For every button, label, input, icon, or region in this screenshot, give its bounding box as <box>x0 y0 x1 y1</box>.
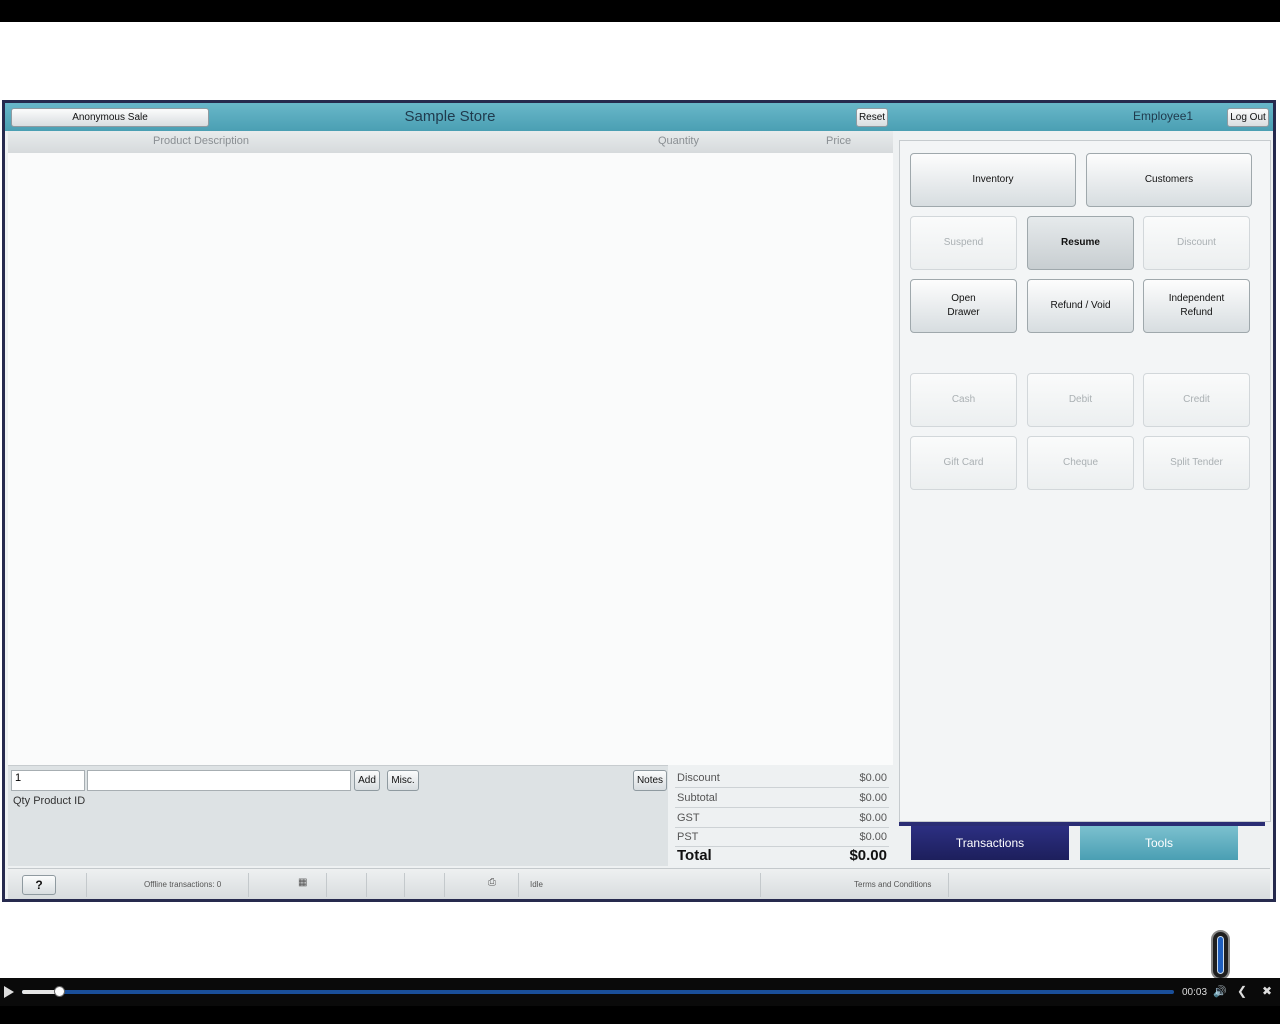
tab-transactions[interactable]: Transactions <box>911 826 1069 860</box>
misc-button[interactable]: Misc. <box>387 770 419 791</box>
divider <box>366 873 367 897</box>
total-row-subtotal: Subtotal $0.00 <box>675 789 889 808</box>
item-entry-area: 1 Add Misc. Notes Qty Product ID <box>8 765 668 866</box>
gift-card-button[interactable]: Gift Card <box>910 436 1017 490</box>
column-price: Price <box>826 135 852 147</box>
total-row-total: Total $0.00 <box>675 846 889 865</box>
divider <box>404 873 405 897</box>
refund-void-button[interactable]: Refund / Void <box>1027 279 1134 333</box>
share-icon[interactable]: ❮ <box>1237 984 1247 998</box>
resume-button[interactable]: Resume <box>1027 216 1134 270</box>
suspend-button[interactable]: Suspend <box>910 216 1017 270</box>
qty-input[interactable]: 1 <box>11 770 85 791</box>
total-label: Discount <box>677 772 720 784</box>
entry-labels: Qty Product ID <box>13 795 85 807</box>
reset-button[interactable]: Reset <box>856 108 888 127</box>
divider <box>248 873 249 897</box>
employee-name: Employee1 <box>1133 109 1194 123</box>
seek-knob[interactable] <box>54 986 66 997</box>
total-label: Subtotal <box>677 792 718 804</box>
terms-link[interactable]: Terms and Conditions <box>854 880 931 889</box>
total-value: $0.00 <box>849 847 887 864</box>
play-icon[interactable] <box>4 986 14 998</box>
total-value: $0.00 <box>859 812 887 824</box>
add-button[interactable]: Add <box>354 770 380 791</box>
help-button[interactable]: ? <box>22 875 56 895</box>
customers-button[interactable]: Customers <box>1086 153 1252 207</box>
printer-icon[interactable]: ⎙ <box>488 877 496 888</box>
total-row-gst: GST $0.00 <box>675 809 889 828</box>
total-row-discount: Discount $0.00 <box>675 769 889 788</box>
divider <box>326 873 327 897</box>
fullscreen-icon[interactable]: ✖ <box>1262 984 1272 998</box>
logout-button[interactable]: Log Out <box>1227 108 1269 127</box>
discount-button[interactable]: Discount <box>1143 216 1250 270</box>
product-id-input[interactable] <box>87 770 351 791</box>
open-drawer-label: Open <box>951 293 976 304</box>
total-value: $0.00 <box>859 772 887 784</box>
column-quantity: Quantity <box>658 135 699 147</box>
total-row-pst: PST $0.00 <box>675 828 889 847</box>
totals-panel: Discount $0.00 Subtotal $0.00 GST $0.00 … <box>669 765 893 866</box>
inventory-button[interactable]: Inventory <box>910 153 1076 207</box>
open-drawer-button[interactable]: Open Drawer <box>910 279 1017 333</box>
split-tender-button[interactable]: Split Tender <box>1143 436 1250 490</box>
volume-slider-fill <box>1217 936 1224 974</box>
product-id-label: Product ID <box>33 795 86 807</box>
volume-icon[interactable]: 🔊 <box>1213 985 1227 998</box>
video-player-controls: 00:03 🔊 ❮ ✖ <box>0 978 1280 1006</box>
divider <box>518 873 519 897</box>
sale-items-list[interactable] <box>8 153 893 765</box>
status-bar: ? Offline transactions: 0 ▦ ⎙ Idle Terms… <box>8 868 1270 899</box>
employee-bar: Employee1 Log Out <box>893 103 1273 131</box>
cash-button[interactable]: Cash <box>910 373 1017 427</box>
column-product-description: Product Description <box>153 135 249 147</box>
total-label: GST <box>677 812 700 824</box>
pos-window: Anonymous Sale Sample Store Reset Employ… <box>2 100 1276 902</box>
cheque-button[interactable]: Cheque <box>1027 436 1134 490</box>
debit-button[interactable]: Debit <box>1027 373 1134 427</box>
volume-slider[interactable] <box>1211 930 1230 980</box>
title-bar: Anonymous Sale Sample Store Reset <box>5 103 893 131</box>
total-label: Total <box>677 847 712 864</box>
independent-refund-label: Refund <box>1180 307 1213 318</box>
open-drawer-label: Drawer <box>947 307 980 318</box>
total-label: PST <box>677 831 699 843</box>
sale-list-header: Product Description Quantity Price <box>8 131 893 153</box>
store-title: Sample Store <box>404 108 496 125</box>
credit-button[interactable]: Credit <box>1143 373 1250 427</box>
anonymous-sale-button[interactable]: Anonymous Sale <box>11 108 209 127</box>
tab-tools[interactable]: Tools <box>1080 826 1238 860</box>
notes-button[interactable]: Notes <box>633 770 667 791</box>
independent-refund-button[interactable]: Independent Refund <box>1143 279 1250 333</box>
divider <box>444 873 445 897</box>
divider <box>86 873 87 897</box>
divider <box>760 873 761 897</box>
total-value: $0.00 <box>859 792 887 804</box>
seek-bar[interactable] <box>22 986 1174 997</box>
total-value: $0.00 <box>859 831 887 843</box>
offline-transactions-status: Offline transactions: 0 <box>144 880 222 889</box>
calculator-icon[interactable]: ▦ <box>298 877 307 888</box>
status-text: Idle <box>530 880 543 889</box>
video-frame: Anonymous Sale Sample Store Reset Employ… <box>0 22 1280 978</box>
independent-refund-label: Independent <box>1168 293 1225 304</box>
action-panel: Inventory Customers Suspend Resume Disco… <box>899 140 1271 822</box>
divider <box>948 873 949 897</box>
qty-label: Qty <box>13 795 31 807</box>
timecode: 00:03 <box>1182 987 1208 998</box>
